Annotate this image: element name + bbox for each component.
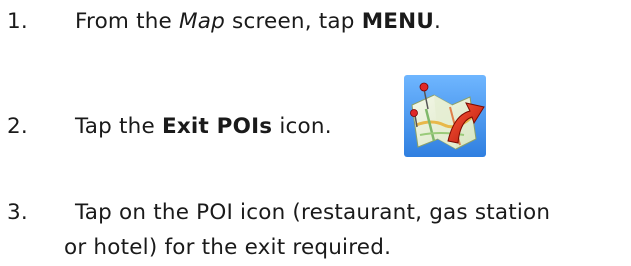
text-segment: . — [434, 9, 442, 34]
text-segment: Tap the — [75, 114, 162, 139]
step-text-line-1: Tap on the POI icon (restaurant, gas sta… — [75, 200, 551, 225]
text-segment: From the — [75, 9, 180, 34]
exit-pois-map-icon[interactable] — [404, 75, 486, 157]
step-number: 1. — [7, 9, 28, 34]
instruction-page: { "steps": [ { "number": "1.", "parts": … — [0, 0, 631, 266]
map-screen-term: Map — [179, 9, 226, 34]
step-text: From the Map screen, tap MENU. — [75, 9, 441, 34]
menu-term: MENU — [361, 9, 435, 34]
step-text-line-2: or hotel) for the exit required. — [64, 235, 392, 260]
step-number: 3. — [7, 200, 28, 225]
text-segment: screen, tap — [225, 9, 362, 34]
step-text: Tap the Exit POIs icon. — [75, 114, 332, 139]
text-segment: icon. — [272, 114, 332, 139]
exit-pois-term: Exit POIs — [161, 114, 273, 139]
step-number: 2. — [7, 114, 28, 139]
